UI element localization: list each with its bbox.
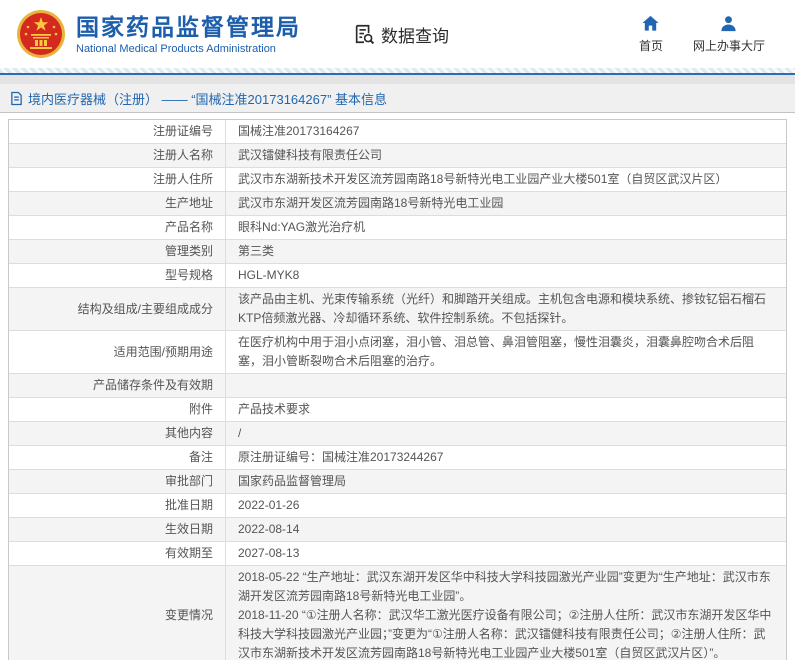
- home-icon: [641, 14, 660, 33]
- table-row: 备注原注册证编号：国械注准20173244267: [9, 446, 786, 470]
- page-title: 境内医疗器械（注册） —— “国械注准20173164267” 基本信息: [28, 89, 387, 108]
- field-label: 注册人名称: [9, 144, 226, 167]
- field-value: 眼科Nd:YAG激光治疗机: [226, 216, 786, 239]
- site-logo-group: 国家药品监督管理局 National Medical Products Admi…: [16, 9, 301, 59]
- field-label: 型号规格: [9, 264, 226, 287]
- registration-info-table: 注册证编号国械注准20173164267 注册人名称武汉镭健科技有限责任公司 注…: [8, 119, 787, 660]
- person-icon: [719, 14, 738, 33]
- table-row: 变更情况2018-05-22 “生产地址：武汉东湖开发区华中科技大学科技园激光产…: [9, 566, 786, 660]
- table-row: 注册人住所武汉市东湖新技术开发区流芳园南路18号新特光电工业园产业大楼501室（…: [9, 168, 786, 192]
- table-row: 型号规格HGL-MYK8: [9, 264, 786, 288]
- table-row: 注册人名称武汉镭健科技有限责任公司: [9, 144, 786, 168]
- table-row: 附件产品技术要求: [9, 398, 786, 422]
- field-value: 产品技术要求: [226, 398, 786, 421]
- field-value: HGL-MYK8: [226, 264, 786, 287]
- nav-item-home[interactable]: 首页: [639, 14, 663, 54]
- org-name-en: National Medical Products Administration: [76, 43, 301, 55]
- org-title-block: 国家药品监督管理局 National Medical Products Admi…: [76, 14, 301, 55]
- field-value: 原注册证编号：国械注准20173244267: [226, 446, 786, 469]
- breadcrumb-top-strip: [0, 75, 795, 84]
- field-label: 附件: [9, 398, 226, 421]
- field-label: 变更情况: [9, 566, 226, 660]
- table-row: 注册证编号国械注准20173164267: [9, 120, 786, 144]
- nav-item-label: 网上办事大厅: [693, 37, 765, 54]
- field-value: /: [226, 422, 786, 445]
- table-row: 审批部门国家药品监督管理局: [9, 470, 786, 494]
- field-label: 适用范围/预期用途: [9, 331, 226, 373]
- field-label: 审批部门: [9, 470, 226, 493]
- field-label: 产品名称: [9, 216, 226, 239]
- field-label: 生效日期: [9, 518, 226, 541]
- field-label: 生产地址: [9, 192, 226, 215]
- field-value: 2027-08-13: [226, 542, 786, 565]
- field-label: 管理类别: [9, 240, 226, 263]
- table-row: 结构及组成/主要组成成分该产品由主机、光束传输系统（光纤）和脚踏开关组成。主机包…: [9, 288, 786, 331]
- org-name-zh: 国家药品监督管理局: [76, 14, 301, 41]
- field-label: 产品储存条件及有效期: [9, 374, 226, 397]
- field-value: 第三类: [226, 240, 786, 263]
- site-header: 国家药品监督管理局 National Medical Products Admi…: [0, 0, 795, 68]
- field-value: 2022-01-26: [226, 494, 786, 517]
- table-row: 适用范围/预期用途在医疗机构中用于泪小点闭塞，泪小管、泪总管、鼻泪管阻塞，慢性泪…: [9, 331, 786, 374]
- field-value: 国家药品监督管理局: [226, 470, 786, 493]
- field-label: 备注: [9, 446, 226, 469]
- nav-item-label: 首页: [639, 37, 663, 54]
- field-label: 其他内容: [9, 422, 226, 445]
- table-row: 产品名称眼科Nd:YAG激光治疗机: [9, 216, 786, 240]
- field-value: 武汉市东湖新技术开发区流芳园南路18号新特光电工业园产业大楼501室（自贸区武汉…: [226, 168, 786, 191]
- nav-item-service-hall[interactable]: 网上办事大厅: [693, 14, 765, 54]
- table-row: 生效日期2022-08-14: [9, 518, 786, 542]
- table-row: 管理类别第三类: [9, 240, 786, 264]
- field-value: 2018-05-22 “生产地址：武汉东湖开发区华中科技大学科技园激光产业园”变…: [226, 566, 786, 660]
- field-label: 结构及组成/主要组成成分: [9, 288, 226, 330]
- field-value: [226, 374, 786, 397]
- field-value: 在医疗机构中用于泪小点闭塞，泪小管、泪总管、鼻泪管阻塞，慢性泪囊炎，泪囊鼻腔吻合…: [226, 331, 786, 373]
- field-value: 国械注准20173164267: [226, 120, 786, 143]
- field-value: 武汉镭健科技有限责任公司: [226, 144, 786, 167]
- table-row: 其他内容/: [9, 422, 786, 446]
- table-row: 生产地址武汉市东湖开发区流芳园南路18号新特光电工业园: [9, 192, 786, 216]
- data-query-label: 数据查询: [381, 22, 449, 47]
- field-value: 武汉市东湖开发区流芳园南路18号新特光电工业园: [226, 192, 786, 215]
- table-row: 批准日期2022-01-26: [9, 494, 786, 518]
- field-label: 注册证编号: [9, 120, 226, 143]
- field-value: 该产品由主机、光束传输系统（光纤）和脚踏开关组成。主机包含电源和模块系统、掺钕钇…: [226, 288, 786, 330]
- page-icon: [10, 91, 23, 106]
- header-nav: 首页 网上办事大厅: [639, 14, 779, 54]
- data-query-menu[interactable]: 数据查询: [353, 22, 449, 47]
- field-label: 批准日期: [9, 494, 226, 517]
- table-row: 有效期至2027-08-13: [9, 542, 786, 566]
- field-value: 2022-08-14: [226, 518, 786, 541]
- field-label: 注册人住所: [9, 168, 226, 191]
- table-row: 产品储存条件及有效期: [9, 374, 786, 398]
- document-search-icon: [353, 23, 375, 45]
- national-emblem-icon: [16, 9, 66, 59]
- breadcrumb: 境内医疗器械（注册） —— “国械注准20173164267” 基本信息: [0, 84, 795, 113]
- field-label: 有效期至: [9, 542, 226, 565]
